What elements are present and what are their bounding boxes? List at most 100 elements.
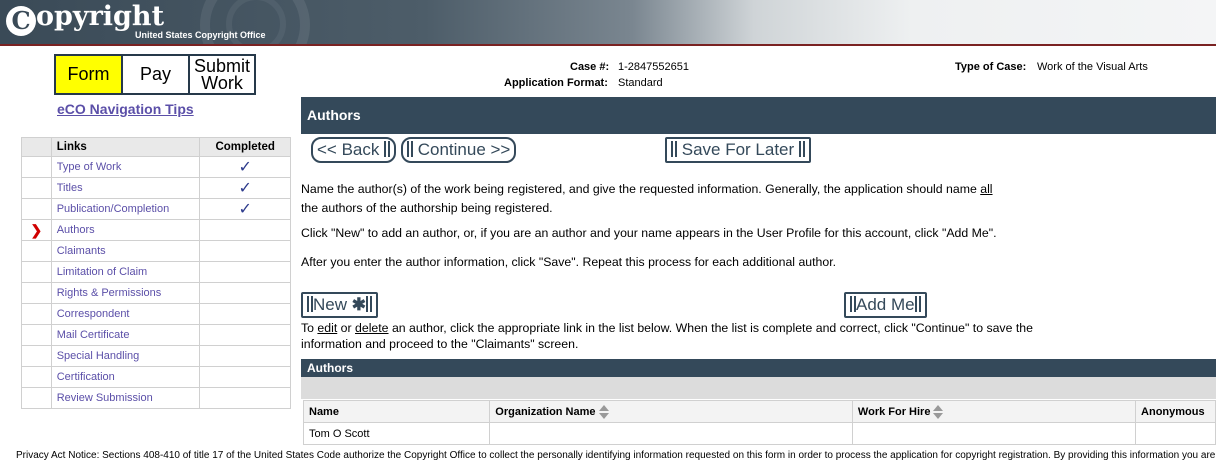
back-button-label: << Back — [317, 140, 380, 159]
case-number-label: Case #: — [570, 61, 610, 73]
delete-term: delete — [355, 321, 389, 335]
button-bars-icon — [798, 141, 805, 157]
nav-marker-cell — [21, 240, 52, 262]
nav-marker-cell — [21, 387, 52, 409]
asterisk-icon: ✱ — [351, 295, 366, 314]
instruction-text: the authors of the authorship being regi… — [301, 201, 553, 215]
logo-subtitle: United States Copyright Office — [135, 30, 266, 40]
instruction-text: Name the author(s) of the work being reg… — [301, 182, 981, 196]
nav-marker-cell — [21, 303, 52, 325]
nav-header-links: Links — [50, 137, 201, 157]
nav-header-row: Links Completed — [21, 137, 291, 157]
authors-table: Name Organization Name Work For Hire Ano… — [302, 400, 1216, 445]
application-format-label: Application Format: — [504, 77, 608, 89]
nav-link-correspondent[interactable]: Correspondent — [50, 303, 201, 325]
button-bars-icon — [407, 141, 413, 157]
column-header-organization[interactable]: Organization Name — [489, 400, 853, 423]
section-title-bar: Authors — [301, 97, 1216, 134]
checkmark-icon: ✓ — [199, 156, 291, 178]
banner-divider — [0, 44, 1216, 46]
nav-link-claimants[interactable]: Claimants — [50, 240, 201, 262]
column-header-work-for-hire[interactable]: Work For Hire — [851, 400, 1137, 423]
navigation-table: Links Completed Type of Work ✓ Titles ✓ … — [21, 137, 291, 409]
step-submit-work[interactable]: Submit Work — [190, 56, 254, 93]
checkmark-icon: ✓ — [199, 198, 291, 220]
authors-table-toolbar — [301, 377, 1216, 399]
completed-cell — [199, 282, 291, 304]
completed-cell — [199, 366, 291, 388]
completed-cell — [199, 219, 291, 241]
save-for-later-label: Save For Later — [681, 140, 795, 159]
nav-link-publication-completion[interactable]: Publication/Completion — [50, 198, 201, 220]
nav-row-review: Review Submission — [21, 387, 291, 409]
nav-header-completed: Completed — [199, 137, 291, 157]
case-number-value: 1-2847552651 — [618, 61, 689, 73]
save-for-later-button[interactable]: Save For Later — [665, 137, 811, 163]
nav-marker-cell — [21, 198, 52, 220]
button-bars-icon — [384, 141, 391, 157]
nav-row-type-of-work: Type of Work ✓ — [21, 156, 291, 178]
nav-link-titles[interactable]: Titles — [50, 177, 201, 199]
nav-marker-cell — [21, 156, 52, 178]
authors-table-title: Authors — [301, 359, 1216, 377]
step-pay[interactable]: Pay — [123, 56, 190, 93]
instruction-emphasis: all — [980, 182, 993, 196]
table-row: Tom O Scott — [302, 422, 1216, 445]
author-name-cell: Tom O Scott — [302, 422, 491, 445]
nav-row-authors: ❯ Authors — [21, 219, 291, 241]
new-button-label: New — [313, 295, 348, 314]
nav-header-marker — [21, 137, 52, 157]
nav-link-limitation-of-claim[interactable]: Limitation of Claim — [50, 261, 201, 283]
step-tabs: Form Pay Submit Work — [54, 54, 256, 95]
sort-icon[interactable] — [932, 404, 944, 420]
nav-marker-cell — [21, 366, 52, 388]
new-author-button[interactable]: New ✱ — [301, 292, 378, 318]
organization-cell — [489, 422, 853, 445]
continue-button-label: Continue >> — [417, 140, 511, 159]
column-header-name[interactable]: Name — [302, 400, 491, 423]
type-of-case-label: Type of Case: — [955, 61, 1027, 73]
instruction-paragraph-1: Name the author(s) of the work being reg… — [301, 180, 1041, 218]
column-label: Work For Hire — [857, 405, 931, 418]
nav-link-type-of-work[interactable]: Type of Work — [50, 156, 201, 178]
copyright-logo-icon: C — [6, 6, 36, 36]
column-label: Anonymous — [1141, 405, 1205, 418]
authors-header-row: Name Organization Name Work For Hire Ano… — [302, 400, 1216, 423]
instruction-paragraph-2: Click "New" to add an author, or, if you… — [301, 226, 997, 240]
anonymous-cell — [1135, 422, 1216, 445]
nav-link-rights-permissions[interactable]: Rights & Permissions — [50, 282, 201, 304]
work-for-hire-cell — [851, 422, 1137, 445]
completed-cell — [199, 240, 291, 262]
nav-link-certification[interactable]: Certification — [50, 366, 201, 388]
nav-row-publication: Publication/Completion ✓ — [21, 198, 291, 220]
sort-icon[interactable] — [598, 404, 610, 420]
instruction-text: To — [301, 321, 318, 335]
nav-link-mail-certificate[interactable]: Mail Certificate — [50, 324, 201, 346]
completed-cell — [199, 345, 291, 367]
nav-link-review-submission[interactable]: Review Submission — [50, 387, 201, 409]
nav-row-correspondent: Correspondent — [21, 303, 291, 325]
nav-row-rights: Rights & Permissions — [21, 282, 291, 304]
nav-marker-cell — [21, 282, 52, 304]
instruction-paragraph-4: To edit or delete an author, click the a… — [301, 320, 1041, 352]
navigation-tips-link[interactable]: eCO Navigation Tips — [57, 101, 194, 117]
nav-link-special-handling[interactable]: Special Handling — [50, 345, 201, 367]
header-banner: C opyright United States Copyright Offic… — [0, 0, 1216, 44]
nav-marker-cell — [21, 177, 52, 199]
edit-term: edit — [317, 321, 338, 335]
column-header-anonymous[interactable]: Anonymous — [1135, 400, 1216, 423]
nav-marker-cell — [21, 324, 52, 346]
add-me-button[interactable]: Add Me — [844, 292, 927, 318]
nav-marker-cell — [21, 345, 52, 367]
privacy-act-notice: Privacy Act Notice: Sections 408-410 of … — [16, 450, 1216, 461]
nav-row-claimants: Claimants — [21, 240, 291, 262]
completed-cell — [199, 261, 291, 283]
button-bars-icon — [914, 296, 921, 312]
nav-link-authors[interactable]: Authors — [50, 219, 201, 241]
instruction-text: an author, click the appropriate link in… — [301, 321, 1033, 351]
back-button[interactable]: << Back — [311, 137, 397, 163]
nav-row-special-handling: Special Handling — [21, 345, 291, 367]
continue-button[interactable]: Continue >> — [401, 137, 517, 163]
logo-word: opyright — [36, 1, 165, 32]
step-form[interactable]: Form — [56, 56, 123, 93]
